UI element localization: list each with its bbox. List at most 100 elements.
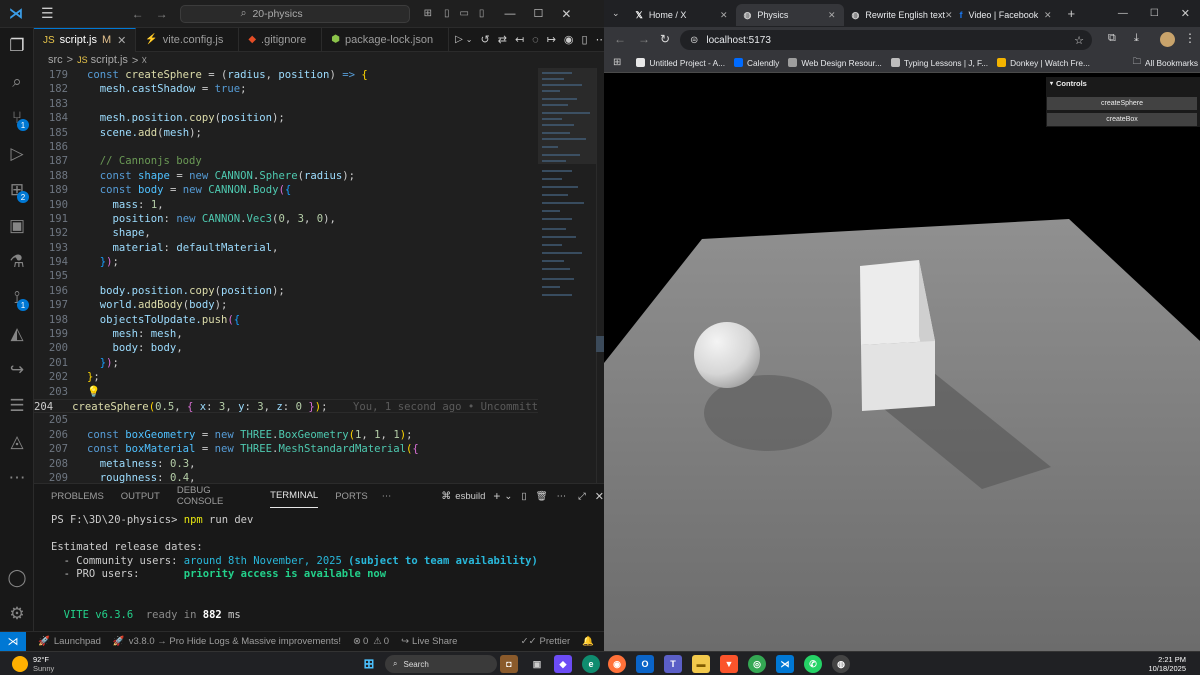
- forward-icon[interactable]: →: [638, 32, 650, 46]
- prev-change-icon[interactable]: ↤: [515, 33, 524, 46]
- code-line[interactable]: 188 const shape = new CANNON.Sphere(radi…: [34, 169, 538, 183]
- code-line[interactable]: 194 });: [34, 255, 538, 269]
- panel-tab[interactable]: OUTPUT: [121, 484, 160, 508]
- code-line[interactable]: 207 const boxMaterial = new THREE.MeshSta…: [34, 442, 538, 456]
- bookmark-item[interactable]: Web Design Resour...: [788, 58, 882, 68]
- code-line[interactable]: 182 mesh.castShadow = true;: [34, 82, 538, 96]
- taskbar-search[interactable]: ⌕ Search: [385, 655, 497, 673]
- code-line[interactable]: 193 material: defaultMaterial,: [34, 241, 538, 255]
- panel-more-icon[interactable]: ⋯: [382, 491, 392, 502]
- gitlens-icon[interactable]: ⟟ 1: [0, 280, 34, 316]
- copilot-taskbar-icon[interactable]: ◆: [554, 655, 572, 673]
- search-sidebar-icon[interactable]: ⌕: [0, 64, 34, 100]
- bookmark-item[interactable]: Calendly: [734, 58, 779, 68]
- browser-tab[interactable]: ◍ Rewrite English text ✕: [844, 4, 952, 26]
- code-line[interactable]: 201 });: [34, 356, 538, 370]
- code-line[interactable]: 186: [34, 140, 538, 154]
- address-bar[interactable]: ⊜ localhost:5173 ☆: [680, 30, 1092, 50]
- code-line[interactable]: 203 💡: [34, 385, 538, 399]
- create-sphere-button[interactable]: createSphere: [1047, 97, 1197, 110]
- search-highlight-icon[interactable]: ◘: [500, 655, 518, 673]
- breadcrumb-more[interactable]: > ☓: [132, 54, 147, 67]
- run-icon[interactable]: ▷: [455, 34, 463, 45]
- run-debug-icon[interactable]: ▷: [0, 136, 34, 172]
- notifications-bell-icon[interactable]: 🔔: [582, 636, 594, 647]
- testing-icon[interactable]: ⚗: [0, 244, 34, 280]
- status-prettier[interactable]: ✓✓ Prettier: [521, 636, 571, 647]
- minimap[interactable]: [538, 68, 604, 483]
- code-line[interactable]: 183: [34, 97, 538, 111]
- code-line[interactable]: 206 const boxGeometry = new THREE.BoxGeom…: [34, 428, 538, 442]
- editor-tab[interactable]: JS script.js M ✕: [34, 27, 137, 52]
- remote-explorer-icon[interactable]: ▣: [0, 208, 34, 244]
- terminal-name[interactable]: esbuild: [455, 491, 485, 502]
- code-line[interactable]: 205: [34, 413, 538, 427]
- browser-restore-icon[interactable]: ☐: [1150, 8, 1159, 19]
- close-icon[interactable]: ✕: [561, 7, 571, 21]
- code-line[interactable]: 179 const createSphere = (radius, positio…: [34, 68, 538, 82]
- reload-icon[interactable]: ↻: [660, 32, 670, 46]
- browser-minimize-icon[interactable]: —: [1118, 8, 1128, 19]
- status-launchpad[interactable]: 🚀 Launchpad: [38, 636, 101, 647]
- code-line[interactable]: 190 mass: 1,: [34, 198, 538, 212]
- download-icon[interactable]: ⤓: [1134, 32, 1139, 45]
- breadcrumb-folder[interactable]: src: [48, 54, 63, 66]
- tab-close-icon[interactable]: ✕: [117, 34, 126, 47]
- tab-close-icon[interactable]: ✕: [720, 10, 728, 21]
- forward-arrow-icon[interactable]: →: [156, 7, 168, 21]
- menu-icon[interactable]: ☰: [41, 5, 54, 22]
- code-line[interactable]: 209 roughness: 0.4,: [34, 471, 538, 483]
- tab-search-icon[interactable]: ⌄: [612, 8, 620, 19]
- live-share-icon[interactable]: ↪: [0, 352, 34, 388]
- status-live-share[interactable]: ↪ Live Share: [401, 636, 457, 647]
- panel-more-actions-icon[interactable]: ⋯: [557, 491, 567, 502]
- obs-icon[interactable]: ◍: [832, 655, 850, 673]
- new-terminal-icon[interactable]: +: [493, 489, 500, 503]
- gitlab-icon[interactable]: ◬: [0, 424, 34, 460]
- code-line[interactable]: 197 world.addBody(body);: [34, 298, 538, 312]
- outlook-icon[interactable]: O: [636, 655, 654, 673]
- editor-tab[interactable]: ⚡ vite.config.js: [136, 27, 240, 52]
- start-button[interactable]: ⊞: [360, 655, 378, 673]
- remote-indicator[interactable]: ⋊: [0, 631, 26, 652]
- split-terminal-icon[interactable]: ▯: [521, 491, 526, 502]
- bookmark-star-icon[interactable]: ☆: [1074, 34, 1084, 47]
- code-line[interactable]: 192 shape,: [34, 226, 538, 240]
- back-icon[interactable]: ←: [614, 32, 626, 46]
- breadcrumb-file[interactable]: script.js: [91, 54, 128, 66]
- code-line[interactable]: 198 objectsToUpdate.push({: [34, 313, 538, 327]
- layout-sidebar-icon[interactable]: ▯: [444, 8, 450, 19]
- panel-tab[interactable]: PORTS: [335, 484, 368, 508]
- code-line[interactable]: 200 body: body,: [34, 341, 538, 355]
- panel-tab[interactable]: TERMINAL: [270, 484, 319, 508]
- weather-widget[interactable]: 92°F Sunny: [12, 655, 54, 673]
- copilot-chat-icon[interactable]: ◉: [564, 33, 574, 46]
- code-line[interactable]: 191 position: new CANNON.Vec3(0, 3, 0),: [34, 212, 538, 226]
- vscode-taskbar-icon[interactable]: ⋊: [776, 655, 794, 673]
- panel-tab[interactable]: PROBLEMS: [51, 484, 104, 508]
- all-bookmarks[interactable]: 🗀 All Bookmarks: [1133, 56, 1198, 70]
- code-line[interactable]: 208 metalness: 0.3,: [34, 457, 538, 471]
- tab-close-icon[interactable]: ✕: [945, 10, 952, 21]
- whatsapp-icon[interactable]: ✆: [804, 655, 822, 673]
- code-line[interactable]: 187 // Cannonjs body: [34, 154, 538, 168]
- code-line[interactable]: 196 body.position.copy(position);: [34, 284, 538, 298]
- teams-icon[interactable]: T: [664, 655, 682, 673]
- layout-panel-icon[interactable]: ▭: [459, 8, 468, 19]
- webgl-canvas[interactable]: ▾ Controls createSphere createBox: [604, 73, 1200, 651]
- maximize-icon[interactable]: ☐: [533, 7, 543, 20]
- apps-grid-icon[interactable]: ⊞: [613, 57, 621, 68]
- explorer-icon[interactable]: ❐: [0, 28, 34, 64]
- minimap-slider[interactable]: [538, 68, 596, 164]
- manage-gear-icon[interactable]: ⚙: [0, 596, 34, 632]
- code-line[interactable]: 185 scene.add(mesh);: [34, 126, 538, 140]
- code-line[interactable]: 189 const body = new CANNON.Body({: [34, 183, 538, 197]
- git-compare-icon[interactable]: ⇄: [498, 33, 507, 46]
- code-line[interactable]: 202};: [34, 370, 538, 384]
- layout-secondary-icon[interactable]: ▯: [479, 8, 485, 19]
- site-info-icon[interactable]: ⊜: [690, 35, 698, 46]
- edge-icon[interactable]: e: [582, 655, 600, 673]
- copilot-icon[interactable]: ⊞: [424, 8, 432, 19]
- status-update[interactable]: 🚀 v3.8.0 → Pro Hide Logs & Massive improv…: [113, 636, 341, 647]
- create-box-button[interactable]: createBox: [1047, 113, 1197, 126]
